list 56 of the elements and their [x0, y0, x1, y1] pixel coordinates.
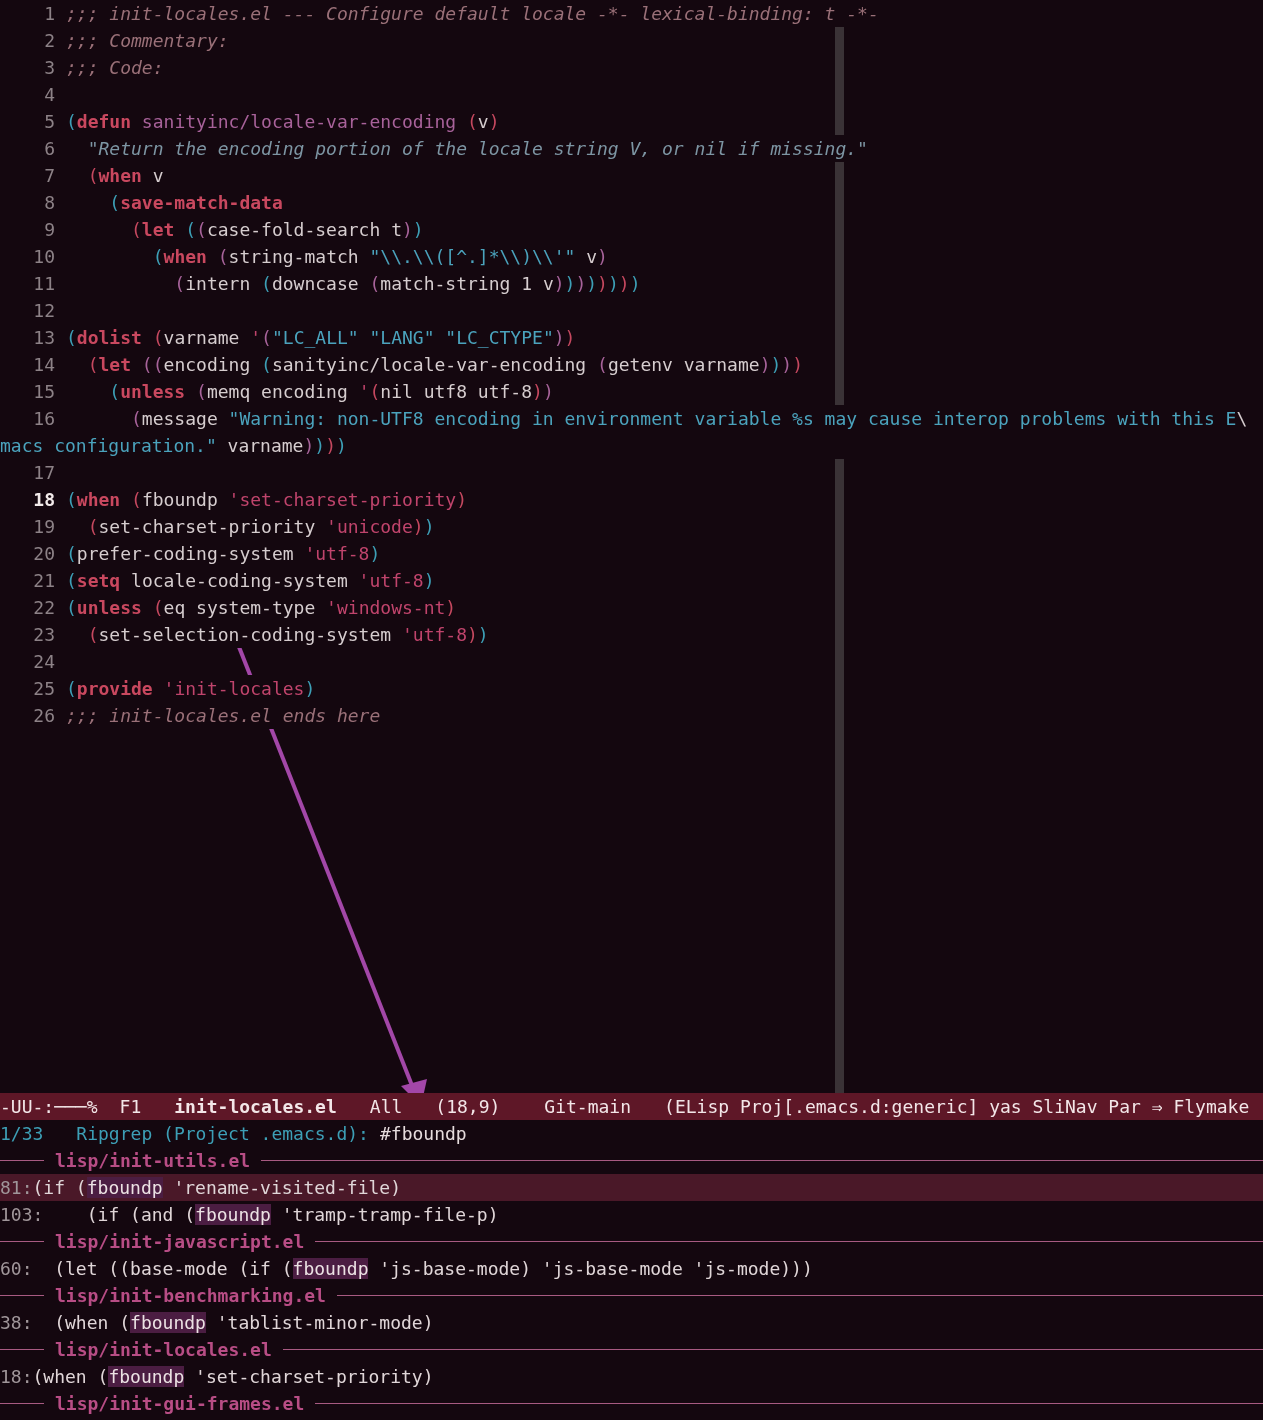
line-number: 13 [32, 326, 55, 350]
result-text: (let ((base-mode (if (fboundp 'js-base-mode) 'js-base-mode 'js-mode))) [53, 1257, 813, 1281]
line-number: 103: [0, 1203, 44, 1227]
search-query[interactable]: #fboundp [379, 1120, 467, 1147]
line-number: 3 [43, 56, 55, 80]
line-number: 21 [32, 569, 55, 593]
status-text: -UU-:───% [0, 1095, 98, 1119]
line-number: 11 [32, 272, 55, 296]
status-text: F1 [119, 1095, 142, 1119]
line-number: 16 [32, 407, 55, 431]
line-number: 14 [32, 353, 55, 377]
search-prompt: Ripgrep (Project .emacs.d): [76, 1122, 369, 1146]
status-text: (18,9) [435, 1095, 501, 1119]
line-number: 17 [32, 461, 55, 485]
line-number: 81: [0, 1176, 33, 1200]
result-row[interactable]: 38: (when (fboundp 'tablist-minor-mode) [0, 1309, 1263, 1336]
line-number: 7 [43, 164, 55, 188]
status-text: (ELisp Proj[.emacs.d:generic] yas SliNav Par ⇒ Flymake [664, 1095, 1250, 1119]
line-number: 2 [43, 29, 55, 53]
line-number: 23 [32, 623, 55, 647]
file-header: lisp/init-locales.el [55, 1338, 272, 1362]
line-number: 20 [32, 542, 55, 566]
line-number: 38: [0, 1311, 33, 1335]
line-number: 9 [43, 218, 55, 242]
line-number: 6 [43, 137, 55, 161]
result-text: (when (fboundp 'tablist-minor-mode) [53, 1311, 434, 1335]
line-number: 10 [32, 245, 55, 269]
line-number: 1 [43, 2, 55, 26]
line-number: 24 [32, 650, 55, 674]
result-text: (if (fboundp 'rename-visited-file) [32, 1176, 401, 1200]
line-number: 12 [32, 299, 55, 323]
file-header: lisp/init-javascript.el [55, 1230, 305, 1254]
result-row[interactable]: 103: (if (and (fboundp 'tramp-tramp-file-p) [0, 1201, 1263, 1228]
status-text: All [369, 1095, 403, 1119]
line-number: 60: [0, 1257, 33, 1281]
line-number: 22 [32, 596, 55, 620]
result-text: (if (and (fboundp 'tramp-tramp-file-p) [85, 1203, 499, 1227]
file-header: lisp/init-utils.el [55, 1149, 251, 1173]
result-row[interactable]: 18:(when (fboundp 'set-charset-priority) [0, 1363, 1263, 1390]
result-row[interactable]: 81:(if (fboundp 'rename-visited-file) [0, 1174, 1263, 1201]
file-header: lisp/init-benchmarking.el [55, 1284, 326, 1308]
line-number: 5 [43, 110, 55, 134]
status-text: Git-main [544, 1095, 632, 1119]
line-number: 8 [43, 191, 55, 215]
match-counter: 1/33 [0, 1122, 44, 1146]
result-row[interactable]: 60: (let ((base-mode (if (fboundp 'js-base-mode) 'js-base-mode 'js-mode))) [0, 1255, 1263, 1282]
line-number: 25 [32, 677, 55, 701]
line-number: 18 [32, 488, 55, 512]
file-header: lisp/init-gui-frames.el [55, 1392, 305, 1416]
line-number: 19 [32, 515, 55, 539]
buffer-name: init-locales.el [174, 1095, 337, 1119]
line-number: 15 [32, 380, 55, 404]
line-number: 18: [0, 1365, 33, 1389]
line-number: 26 [32, 704, 55, 728]
result-text: (when (fboundp 'set-charset-priority) [32, 1365, 434, 1389]
line-number: 4 [43, 83, 55, 107]
